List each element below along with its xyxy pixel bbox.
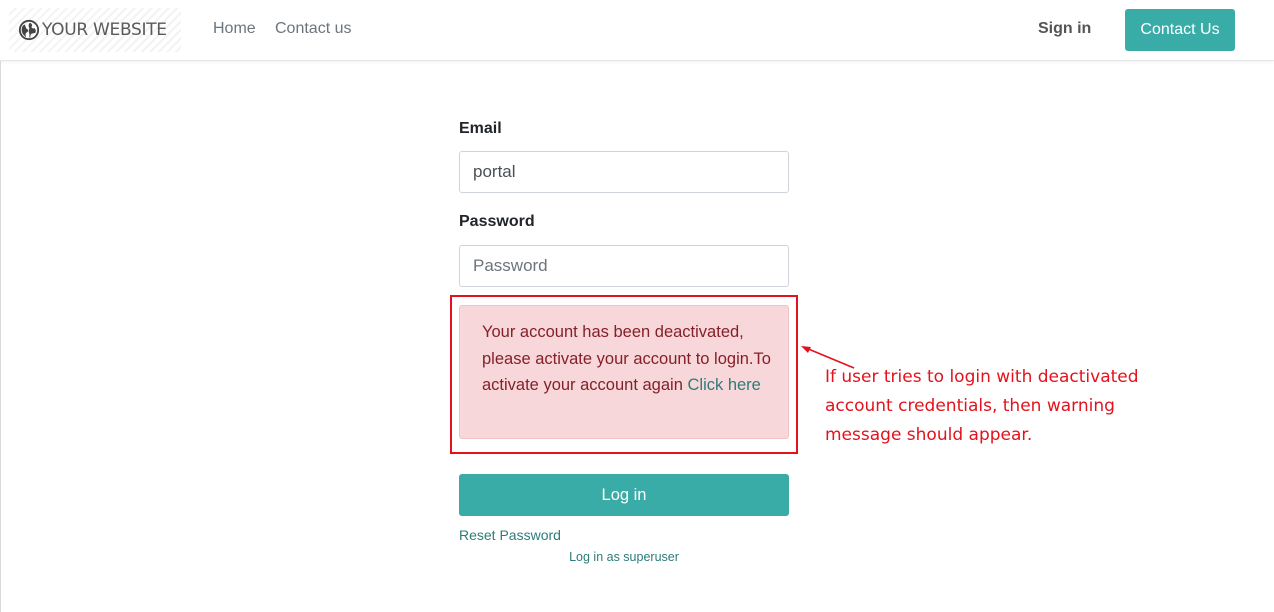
email-field[interactable] xyxy=(459,151,789,193)
navbar: YOUR WEBSITE Home Contact us Sign in Con… xyxy=(0,0,1274,61)
reset-password-link[interactable]: Reset Password xyxy=(459,527,561,543)
password-label: Password xyxy=(459,213,535,230)
brand-name: YOUR WEBSITE xyxy=(42,20,167,40)
contact-us-button[interactable]: Contact Us xyxy=(1125,9,1235,51)
email-label: Email xyxy=(459,120,502,137)
deactivated-alert: Your account has been deactivated, pleas… xyxy=(459,305,789,439)
sign-in-link[interactable]: Sign in xyxy=(1038,20,1091,38)
activate-account-link[interactable]: Click here xyxy=(687,376,760,394)
globe-icon xyxy=(18,19,40,41)
annotation-note: If user tries to login with deactivated … xyxy=(825,367,1139,445)
password-field[interactable] xyxy=(459,245,789,287)
nav-home-link[interactable]: Home xyxy=(213,20,256,38)
nav-contact-link[interactable]: Contact us xyxy=(275,20,351,38)
brand-logo[interactable]: YOUR WEBSITE xyxy=(9,8,181,52)
login-button[interactable]: Log in xyxy=(459,474,789,516)
page-border xyxy=(0,0,1,612)
superuser-login-link[interactable]: Log in as superuser xyxy=(459,550,789,564)
